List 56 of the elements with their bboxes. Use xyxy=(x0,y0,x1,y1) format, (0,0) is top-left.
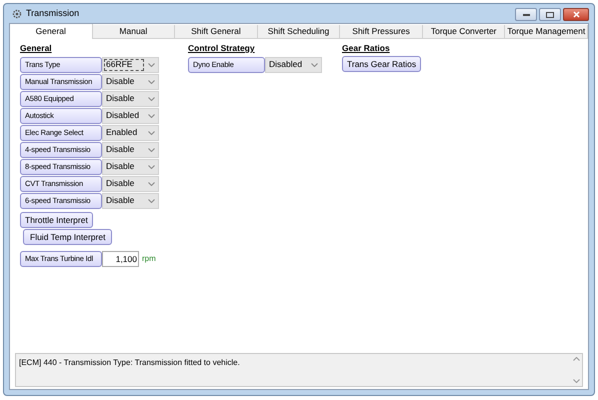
dropdown-value: Disabled xyxy=(268,58,304,70)
dropdown-value: Disable xyxy=(105,178,136,190)
chevron-down-icon xyxy=(148,80,155,84)
dropdown-value: Disable xyxy=(105,144,136,156)
gear-icon xyxy=(12,8,22,18)
dropdown[interactable]: Disable xyxy=(102,192,159,208)
close-button[interactable] xyxy=(563,8,589,21)
close-icon xyxy=(572,11,580,18)
chevron-down-icon xyxy=(148,198,155,202)
dropdown[interactable]: Disable xyxy=(102,176,159,192)
chevron-down-icon xyxy=(311,62,318,66)
chevron-down-icon xyxy=(148,148,155,152)
action-button[interactable]: Trans Gear Ratios xyxy=(342,56,422,72)
chevron-up-icon xyxy=(572,357,580,361)
dropdown-value: Disable xyxy=(105,194,136,206)
dropdown[interactable]: Disable xyxy=(102,74,159,90)
maximize-icon xyxy=(546,12,554,18)
tab[interactable]: Manual xyxy=(92,25,176,39)
chevron-down-icon xyxy=(148,182,155,186)
chevron-down-icon xyxy=(148,62,155,66)
dropdown[interactable]: 66RFE xyxy=(102,56,159,72)
dropdown-value: Disable xyxy=(105,92,136,104)
window-title: Transmission xyxy=(26,6,80,20)
dropdown[interactable]: Disable xyxy=(102,90,159,106)
dropdown[interactable]: Disable xyxy=(102,142,159,158)
chevron-down-icon xyxy=(148,114,155,118)
unit-label: rpm xyxy=(142,253,156,265)
action-button[interactable]: Throttle Interpret xyxy=(20,212,93,228)
dropdown-value: Disabled xyxy=(105,110,140,122)
tab[interactable]: Shift Scheduling xyxy=(258,25,340,39)
scrollbar[interactable] xyxy=(570,354,582,386)
maximize-button[interactable] xyxy=(539,8,561,21)
number-field[interactable]: 1,100 xyxy=(102,251,139,267)
section-heading: Control Strategy xyxy=(188,42,256,55)
tab[interactable]: Shift Pressures xyxy=(340,25,423,39)
dropdown[interactable]: Disabled xyxy=(102,108,159,124)
dropdown-value: Enabled xyxy=(105,126,138,138)
chevron-down-icon xyxy=(148,130,155,134)
status-message: [ECM] 440 - Transmission Type: Transmission fitted to vehicle. xyxy=(18,357,241,369)
tab[interactable]: Torque Management xyxy=(505,25,588,39)
minimize-icon xyxy=(522,13,530,16)
section-heading: General xyxy=(20,42,53,55)
tab[interactable]: Torque Converter xyxy=(422,25,506,39)
section-heading: Gear Ratios xyxy=(342,42,390,55)
action-button[interactable]: Fluid Temp Interpret xyxy=(23,229,112,245)
dropdown-value: Disable xyxy=(105,76,136,88)
minimize-button[interactable] xyxy=(515,8,537,21)
dropdown[interactable]: Enabled xyxy=(102,124,159,140)
chevron-down-icon xyxy=(148,164,155,168)
chevron-down-icon xyxy=(572,379,580,383)
chevron-down-icon xyxy=(148,96,155,100)
dropdown[interactable]: Disabled xyxy=(265,56,322,72)
dropdown-value: 66RFE xyxy=(104,58,144,70)
dropdown[interactable]: Disable xyxy=(102,158,159,174)
dropdown-value: Disable xyxy=(105,160,136,172)
tab[interactable]: Shift General xyxy=(175,25,258,39)
